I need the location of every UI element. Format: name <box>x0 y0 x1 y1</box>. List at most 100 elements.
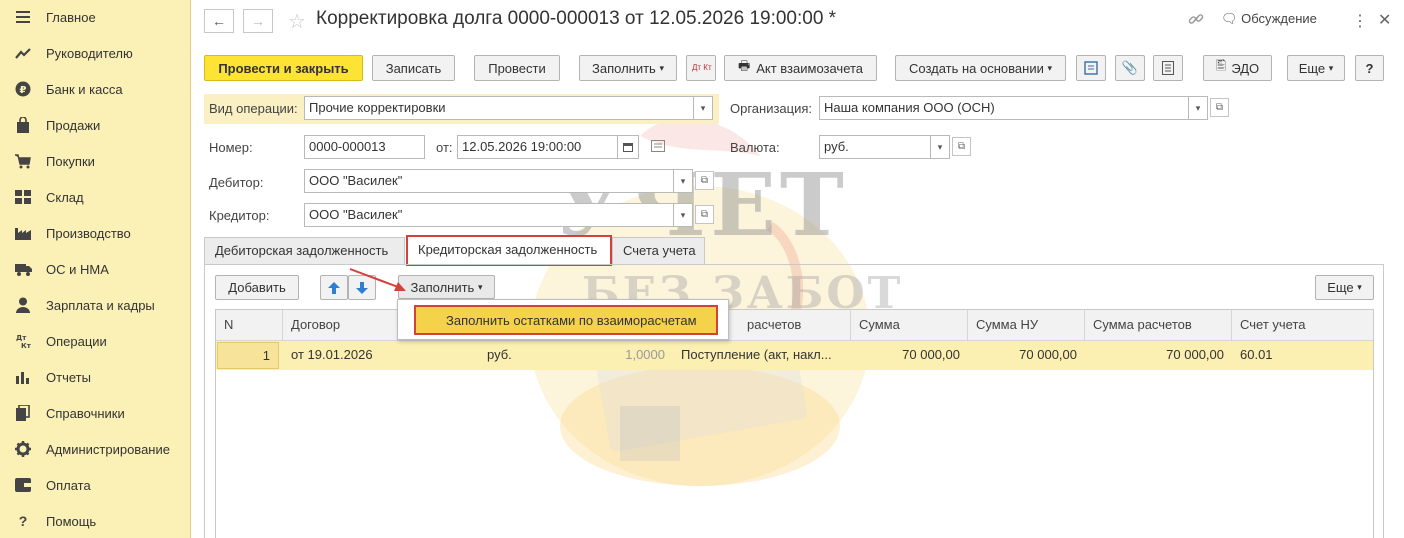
cell-contract[interactable]: от 19.01.2026 <box>283 341 479 370</box>
currency-open-button[interactable]: ⧉ <box>952 137 971 156</box>
back-button[interactable]: ← <box>204 9 234 33</box>
annotation-arrow-icon <box>349 268 406 291</box>
number-field[interactable]: 0000-000013 <box>304 135 425 159</box>
structure-button[interactable] <box>1076 55 1106 81</box>
svg-text:Дт: Дт <box>16 334 27 342</box>
document-list-button[interactable] <box>1153 55 1183 81</box>
cell-rate[interactable]: 1,0000 <box>566 341 673 370</box>
debtor-open-button[interactable]: ⧉ <box>695 171 714 190</box>
sidebar-item-manager[interactable]: Руководителю <box>0 38 190 68</box>
person-icon <box>14 296 32 314</box>
cell-account[interactable]: 60.01 <box>1232 341 1373 370</box>
sidebar-item-help[interactable]: ? Помощь <box>0 506 190 536</box>
move-up-button[interactable] <box>320 275 348 300</box>
cell-settlement[interactable]: Поступление (акт, накл... <box>673 341 851 370</box>
offset-act-button[interactable]: 🖶 Акт взаимозачета <box>724 55 877 81</box>
debtor-field[interactable]: ООО "Василек" <box>304 169 674 193</box>
sidebar-item-administration[interactable]: Администрирование <box>0 434 190 464</box>
truck-icon <box>14 260 32 278</box>
org-dropdown[interactable]: ▾ <box>1189 96 1208 120</box>
currency-field[interactable]: руб. <box>819 135 931 159</box>
org-open-button[interactable]: ⧉ <box>1210 98 1229 117</box>
sidebar-item-sales[interactable]: Продажи <box>0 110 190 140</box>
fill-dropdown-button[interactable]: Заполнить ▾ <box>579 55 677 81</box>
cell-sum-nu[interactable]: 70 000,00 <box>968 341 1085 370</box>
sidebar-item-purchases[interactable]: Покупки <box>0 146 190 176</box>
forward-button[interactable]: → <box>243 9 273 33</box>
org-field[interactable]: Наша компания ООО (ОСН) <box>819 96 1189 120</box>
dt-kt-button[interactable]: Дт Кт <box>686 55 716 81</box>
chevron-down-icon: ▾ <box>700 102 706 113</box>
table-row[interactable]: 1 от 19.01.2026 руб. 1,0000 Поступление … <box>216 341 1373 370</box>
sidebar-item-fixed-assets[interactable]: ОС и НМА <box>0 254 190 284</box>
sidebar-item-operations[interactable]: Дт Кт Операции <box>0 326 190 356</box>
post-and-close-button[interactable]: Провести и закрыть <box>204 55 363 81</box>
favorite-star-icon[interactable]: ☆ <box>288 9 306 34</box>
org-label: Организация: <box>730 101 813 116</box>
chevron-down-icon: ▾ <box>1328 62 1334 73</box>
menu-icon <box>14 8 32 26</box>
printer-icon: 🖶 <box>737 58 751 73</box>
sidebar-item-directories[interactable]: Справочники <box>0 398 190 428</box>
save-button[interactable]: Записать <box>372 55 455 81</box>
creditor-dropdown[interactable]: ▾ <box>674 203 693 227</box>
paperclip-icon: 📎 <box>1121 60 1139 75</box>
tab-accounts[interactable]: Счета учета <box>612 237 705 264</box>
attach-button[interactable]: 📎 <box>1115 55 1145 81</box>
sidebar-item-warehouse[interactable]: Склад <box>0 182 190 212</box>
more-button[interactable]: Еще ▾ <box>1287 55 1345 81</box>
cell-sum-settlement[interactable]: 70 000,00 <box>1085 341 1232 370</box>
column-header-sum[interactable]: Сумма <box>851 310 968 341</box>
cell-sum[interactable]: 70 000,00 <box>851 341 968 370</box>
doc-history-icon[interactable] <box>651 140 665 155</box>
add-row-button[interactable]: Добавить <box>215 275 299 300</box>
tab-payables[interactable]: Кредиторская задолженность <box>406 235 612 266</box>
cell-n[interactable]: 1 <box>217 342 279 369</box>
wallet-icon <box>14 476 32 494</box>
column-header-n[interactable]: N <box>216 310 283 341</box>
post-button[interactable]: Провести <box>474 55 560 81</box>
column-header-sum-nu[interactable]: Сумма НУ <box>968 310 1085 341</box>
table-more-button[interactable]: Еще ▾ <box>1315 275 1374 300</box>
gear-icon <box>14 440 32 458</box>
cell-currency[interactable]: руб. <box>479 341 566 370</box>
sidebar-item-payment[interactable]: Оплата <box>0 470 190 500</box>
debtor-label: Дебитор: <box>209 175 264 190</box>
discussion-button[interactable]: 🗨 Обсуждение <box>1221 11 1317 27</box>
sidebar-item-bank[interactable]: ₽ Банк и касса <box>0 74 190 104</box>
sidebar-item-production[interactable]: Производство <box>0 218 190 248</box>
edo-button[interactable]: 🖺 ЭДО <box>1203 55 1272 81</box>
sidebar-item-label: Производство <box>46 225 131 241</box>
table-fill-dropdown-button[interactable]: Заполнить ▾ <box>398 275 495 299</box>
sidebar-item-label: Главное <box>46 9 96 25</box>
sidebar-item-label: Руководителю <box>46 45 133 61</box>
sidebar-item-main[interactable]: Главное <box>0 2 190 32</box>
op-type-dropdown[interactable]: ▾ <box>694 96 713 120</box>
creditor-field[interactable]: ООО "Василек" <box>304 203 674 227</box>
bar-chart-icon <box>14 368 32 386</box>
sidebar-item-label: Администрирование <box>46 441 170 457</box>
arrow-right-icon: → <box>251 13 265 29</box>
sidebar-item-label: Склад <box>46 189 84 205</box>
create-based-on-button[interactable]: Создать на основании ▾ <box>895 55 1066 81</box>
date-field[interactable]: 12.05.2026 19:00:00 <box>457 135 618 159</box>
sidebar-item-label: ОС и НМА <box>46 261 109 277</box>
currency-dropdown[interactable]: ▾ <box>931 135 950 159</box>
calendar-icon <box>623 143 633 152</box>
fill-by-settlement-balances-menu-item[interactable]: Заполнить остатками по взаиморасчетам <box>414 305 718 335</box>
column-header-account[interactable]: Счет учета <box>1232 310 1373 341</box>
sidebar: Главное Руководителю ₽ Банк и касса Прод… <box>0 0 191 538</box>
calendar-button[interactable] <box>618 135 639 159</box>
sidebar-item-reports[interactable]: Отчеты <box>0 362 190 392</box>
more-vertical-icon[interactable]: ⋮ <box>1352 11 1368 31</box>
sidebar-item-salary[interactable]: Зарплата и кадры <box>0 290 190 320</box>
help-button[interactable]: ? <box>1355 55 1384 81</box>
link-icon[interactable] <box>1188 11 1204 30</box>
column-header-sum-settlement[interactable]: Сумма расчетов <box>1085 310 1232 341</box>
op-type-field[interactable]: Прочие корректировки <box>304 96 694 120</box>
creditor-open-button[interactable]: ⧉ <box>695 205 714 224</box>
tab-receivables[interactable]: Дебиторская задолженность <box>204 237 405 264</box>
close-icon[interactable]: ✕ <box>1378 10 1391 30</box>
debtor-dropdown[interactable]: ▾ <box>674 169 693 193</box>
chat-icon: 🗨 <box>1221 11 1238 26</box>
